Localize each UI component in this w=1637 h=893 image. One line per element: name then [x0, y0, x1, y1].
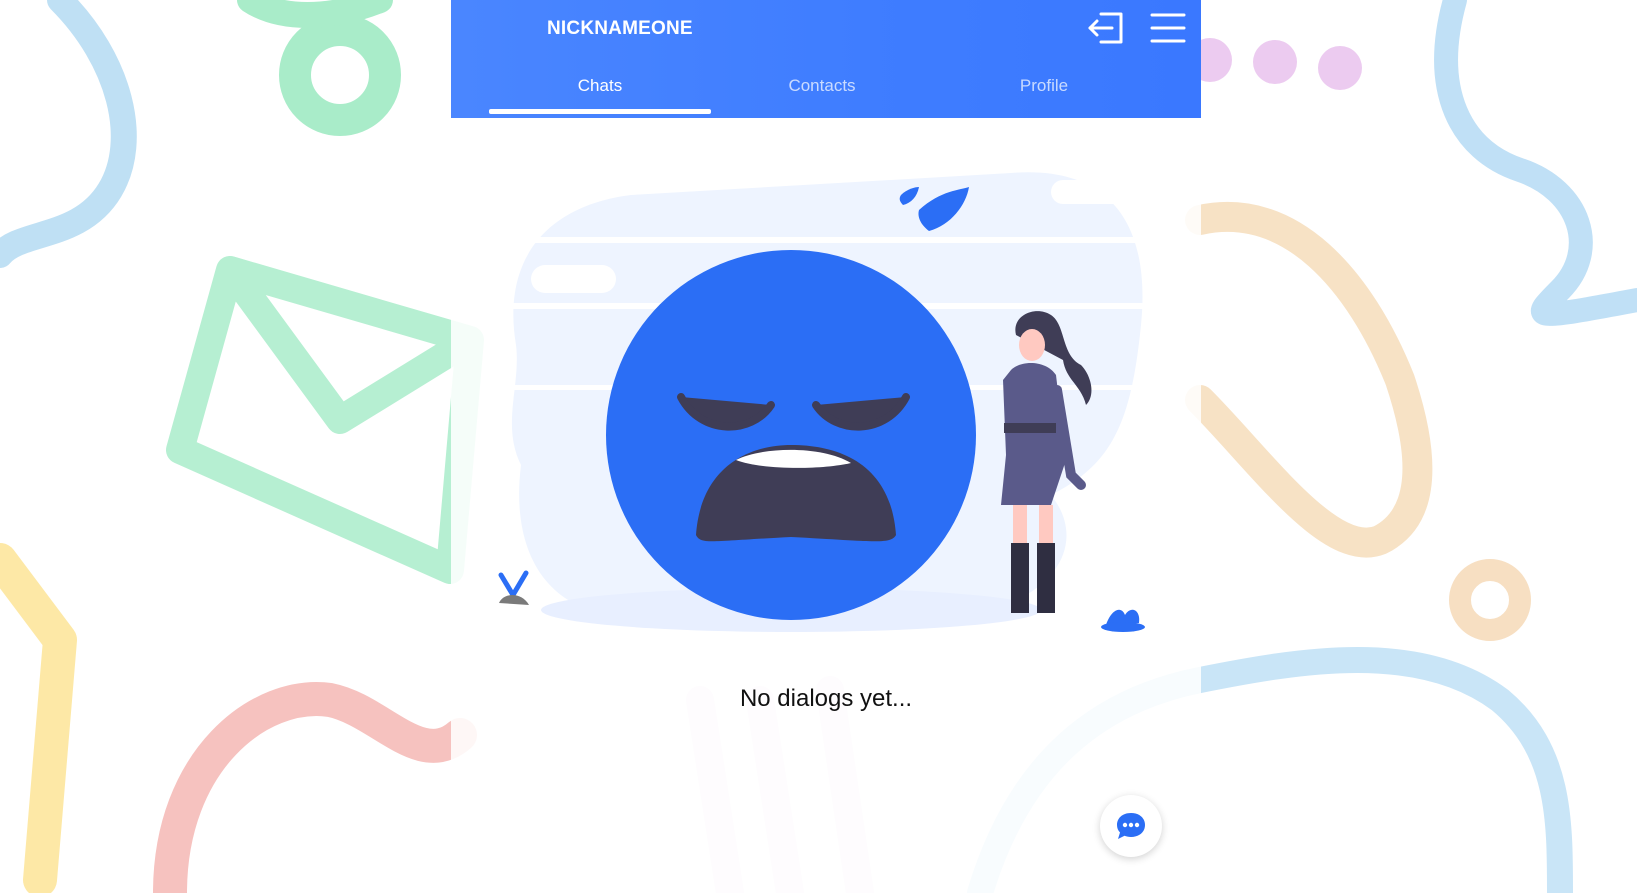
logout-button[interactable] [1084, 6, 1128, 50]
tab-chats-label: Chats [577, 76, 623, 95]
app-window: NICKNAMEONE Chats Contacts Profile No di… [451, 0, 1201, 893]
tab-bar: Chats Contacts Profile [489, 68, 1155, 118]
hamburger-menu-icon [1150, 13, 1186, 43]
app-title: NICKNAMEONE [547, 18, 693, 39]
empty-state-message: No dialogs yet... [739, 685, 913, 712]
tab-profile-label: Profile [1019, 76, 1069, 95]
chat-bubble-icon [1117, 813, 1145, 839]
sad-face-illustration [498, 172, 1151, 632]
header-bar: NICKNAMEONE Chats Contacts Profile [451, 0, 1201, 118]
new-chat-button[interactable] [1100, 795, 1162, 857]
tab-contacts[interactable]: Contacts [711, 68, 933, 118]
logout-icon [1088, 12, 1123, 44]
menu-button[interactable] [1146, 6, 1190, 50]
tab-contacts-label: Contacts [788, 76, 856, 95]
tab-chats[interactable]: Chats [489, 68, 711, 118]
tab-profile[interactable]: Profile [933, 68, 1155, 118]
